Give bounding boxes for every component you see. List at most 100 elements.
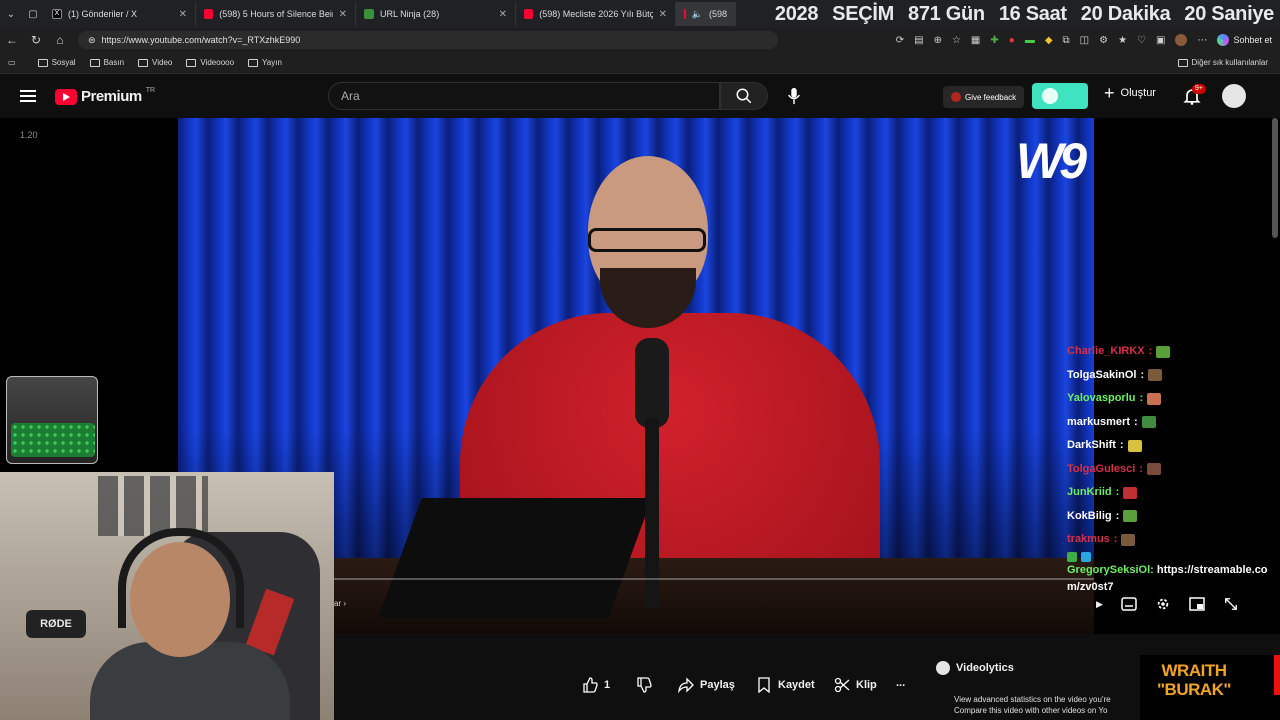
reader-icon[interactable]: ▤ [914,35,923,46]
fullscreen-icon[interactable] [1223,597,1239,611]
tab-youtube-meclis[interactable]: (598) Mecliste 2026 Yılı Bütçe Kanu ✕ [516,2,676,26]
menu-icon[interactable] [20,90,36,102]
list-item: Compare this video with other videos on … [954,705,1140,716]
x-icon: X [52,9,62,19]
home-icon[interactable]: ⌂ [48,33,72,47]
chat-emote-icon [1147,392,1162,405]
search-input[interactable]: Ara [328,82,720,110]
split-screen-icon[interactable]: ◫ [1080,35,1089,46]
refresh-icon[interactable]: ↻ [24,33,48,47]
mic-brand-label: RØDE [40,618,72,630]
bookmark-folder-other[interactable]: Diğer sık kullanılanlar [1177,58,1268,67]
sidebar-toggle-icon[interactable]: ▭ [8,58,16,67]
save-button[interactable]: Kaydet [756,677,815,693]
profile-avatar[interactable] [1175,34,1188,46]
bookmark-label: Video [152,58,173,67]
tab-youtube-silence[interactable]: (598) 5 Hours of Silence Being Ran ✕ [196,2,356,26]
chat-message: Charlie_KIRKX: [1067,340,1277,364]
tab-url-ninja[interactable]: URL Ninja (28) ✕ [356,2,516,26]
chat-separator: : [1150,563,1157,576]
video-progress-bar[interactable] [334,578,1094,580]
speaker-icon[interactable]: 🔈 [692,9,703,20]
zoom-icon[interactable]: ⊕ [934,35,942,46]
account-avatar[interactable] [1222,84,1246,108]
chat-separator: : [1113,533,1118,545]
like-count: 1 [604,679,611,691]
chat-username: Yalovasporlu [1067,392,1136,404]
more-menu-icon[interactable]: ⋯ [1197,35,1207,46]
bean-jar-fill [11,423,95,457]
videolytics-title: Videolytics [956,662,1014,674]
tab-menu-icon[interactable]: ⌄ [0,9,22,20]
chat-message: GregorySeksiOl: https://streamable.com/z… [1067,562,1277,596]
feedback-icon [951,92,961,102]
settings-gear-icon[interactable] [1155,597,1171,611]
bookmark-folder-videoooo[interactable]: Videoooo [186,58,234,67]
bookmark-folder-yayin[interactable]: Yayın [248,58,282,67]
browser-tab-strip: ⌄ ▢ X (1) Gönderiler / X ✕ (598) 5 Hours… [0,0,1280,28]
chat-username: DarkShift [1067,439,1116,451]
settings-icon[interactable]: ⚙ [1099,35,1108,46]
collections-icon[interactable]: ▣ [1156,35,1165,46]
youtube-icon [684,9,686,19]
close-icon[interactable]: ✕ [659,9,667,20]
create-button[interactable]: + Oluştur [1104,84,1156,102]
extension-2-icon[interactable]: ✚ [990,35,998,46]
search-button[interactable] [720,82,768,110]
dislike-button[interactable] [636,677,652,693]
like-button[interactable]: 1 [582,677,610,693]
countdown-seconds: 20 Saniye [1184,2,1274,25]
bookmark-folder-video[interactable]: Video [138,58,172,67]
subtitles-icon[interactable] [1121,597,1137,611]
countdown-hours: 16 Saat [998,2,1067,25]
extensions-icon[interactable]: ⧉ [1063,35,1070,46]
more-actions-button[interactable]: ... [896,677,905,689]
chat-separator: : [1139,392,1144,404]
chapter-link[interactable]: ar › [334,599,346,608]
play-icon[interactable]: ▶ [1096,599,1103,610]
countdown-minutes: 20 Dakika [1080,2,1171,25]
close-icon[interactable]: ✕ [499,9,507,20]
bookmark-folder-basin[interactable]: Basın [89,58,124,67]
copilot-icon[interactable]: ♡ [1137,35,1146,46]
url-ninja-icon [364,9,374,19]
video-laptop [378,498,652,618]
tab-youtube-active[interactable]: 🔈 (598 [676,2,736,26]
brand-name: Premium [81,88,142,105]
youtube-icon [204,9,214,19]
favorites-icon[interactable]: ★ [1118,35,1127,46]
chat-badges-row [1067,551,1277,562]
videolytics-header[interactable]: Videolytics [936,661,1014,675]
voice-search-button[interactable] [782,84,806,108]
favorite-star-icon[interactable]: ☆ [952,35,961,46]
clip-button[interactable]: Klip [834,677,877,693]
videolytics-panel: Videolytics View advanced statistics on … [930,656,1142,720]
more-actions-label: ... [896,677,906,689]
miniplayer-icon[interactable] [1189,597,1205,611]
share-button[interactable]: Paylaş [678,677,735,693]
close-icon[interactable]: ✕ [179,9,187,20]
workspaces-icon[interactable]: ▢ [22,9,44,20]
tab-x[interactable]: X (1) Gönderiler / X ✕ [44,2,196,26]
bookmark-folder-sosyal[interactable]: Sosyal [37,58,76,67]
folder-icon [138,58,149,67]
close-icon[interactable]: ✕ [339,9,347,20]
translate-icon[interactable]: ⟳ [896,35,904,46]
playback-speed-label: 1.20 [20,130,38,140]
extension-4-icon[interactable]: ▬ [1025,35,1035,46]
bookmark-label: Yayın [262,58,282,67]
give-feedback-button[interactable]: Give feedback [943,86,1025,108]
extension-toggle[interactable] [1032,83,1088,109]
back-icon[interactable]: ← [0,33,24,47]
page-scrollbar[interactable] [1272,118,1278,238]
chat-message: JunKriid: [1067,481,1277,505]
site-info-icon[interactable]: ⊜ [88,35,96,46]
chat-emote-icon [1146,463,1161,476]
youtube-premium-logo[interactable]: Premium TR [55,87,155,105]
folder-icon [186,58,197,67]
extension-3-icon[interactable]: ● [1009,35,1015,46]
url-input[interactable]: ⊜ https://www.youtube.com/watch?v=_RTXzh… [78,31,778,49]
extension-5-icon[interactable]: ◆ [1045,35,1053,46]
extension-1-icon[interactable]: ▦ [971,35,980,46]
chat-button[interactable]: Sohbet et [1217,34,1272,46]
